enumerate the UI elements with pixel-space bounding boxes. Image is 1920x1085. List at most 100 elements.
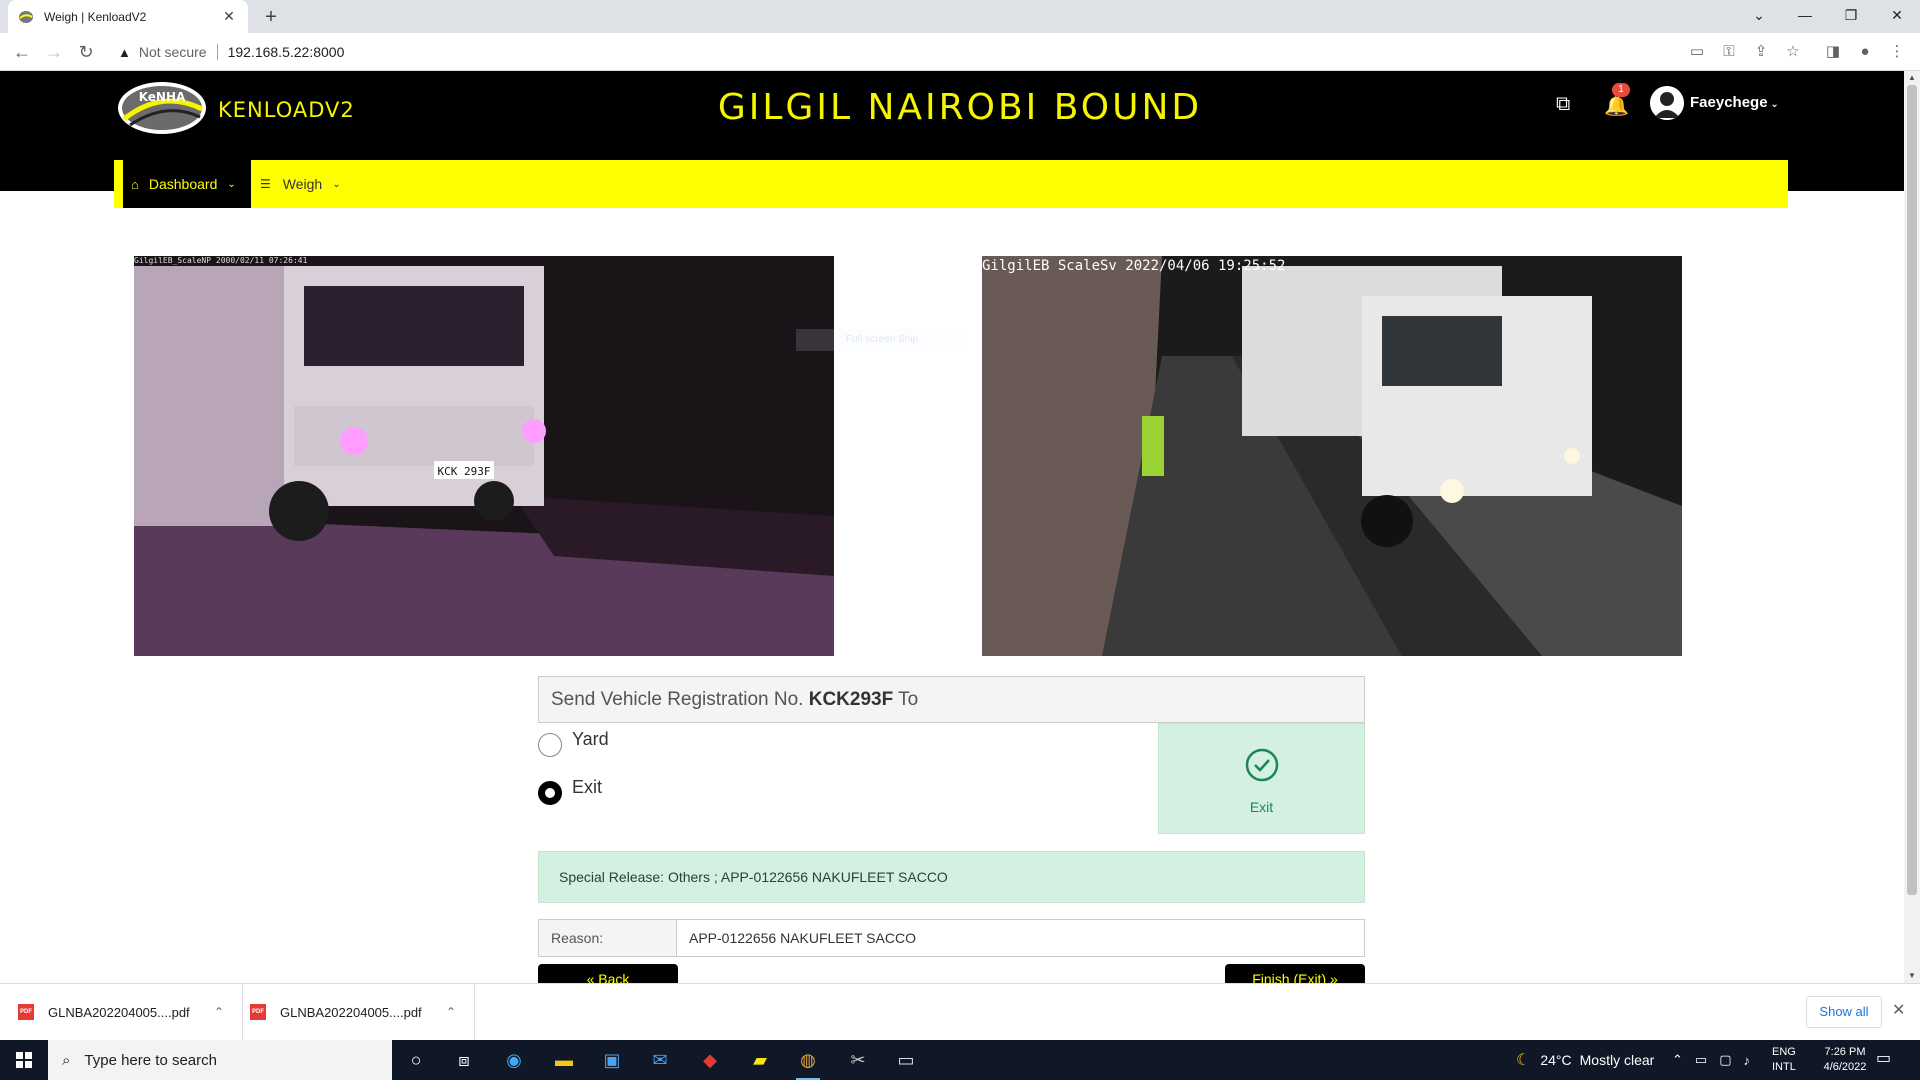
store-icon[interactable]: ▣ bbox=[592, 1044, 632, 1076]
radio-option-yard[interactable]: Yard bbox=[538, 729, 609, 757]
special-release-alert: Special Release: Others ; APP-0122656 NA… bbox=[538, 851, 1365, 903]
download-item[interactable]: PDF GLNBA202204005....pdf ⌃ bbox=[232, 984, 476, 1040]
chevron-down-icon: ⌄ bbox=[227, 178, 236, 190]
reason-input[interactable] bbox=[677, 920, 1364, 956]
clock-date: 4/6/2022 bbox=[1823, 1061, 1867, 1073]
task-view-icon[interactable]: ⧈ bbox=[444, 1044, 484, 1076]
forward-arrow-icon[interactable]: → bbox=[42, 40, 66, 64]
download-shelf: PDF GLNBA202204005....pdf ⌃ PDF GLNBA202… bbox=[0, 983, 1920, 1040]
nav-item-dashboard[interactable]: ⌂ Dashboard ⌄ bbox=[123, 160, 251, 208]
nav-item-weigh[interactable]: ☰ Weigh ⌄ bbox=[260, 160, 341, 208]
network-icon[interactable]: ▭ bbox=[1695, 1052, 1707, 1068]
send-suffix: To bbox=[893, 689, 919, 710]
destination-status-card: Exit bbox=[1158, 723, 1365, 834]
nav-dashboard-label: Dashboard bbox=[148, 176, 218, 192]
action-center-icon[interactable]: ▭ bbox=[1876, 1048, 1891, 1068]
sticky-notes-icon[interactable]: ▰ bbox=[740, 1044, 780, 1076]
edge-icon[interactable]: ◉ bbox=[494, 1044, 534, 1076]
exit-radio[interactable] bbox=[538, 781, 562, 805]
system-clock[interactable]: 7:26 PM 4/6/2022 bbox=[1810, 1045, 1880, 1075]
finish-exit-button[interactable]: Finish (Exit) » bbox=[1225, 964, 1365, 983]
front-camera-image: KCK 293F GilgilEB_ScaleNP 2000/02/11 07:… bbox=[134, 256, 834, 656]
browser-tab-bar: Weigh | KenloadV2 ✕ + ⌄ — ❐ ✕ bbox=[0, 0, 1920, 33]
restore-icon[interactable]: ❐ bbox=[1828, 0, 1874, 30]
profile-icon[interactable]: ● bbox=[1854, 41, 1876, 63]
scroll-down-icon[interactable]: ▼ bbox=[1904, 969, 1920, 983]
reload-icon[interactable]: ↻ bbox=[74, 40, 98, 64]
reason-input-group: Reason: bbox=[538, 919, 1365, 957]
user-menu[interactable]: Faeychege ⌄ bbox=[1690, 94, 1779, 111]
new-tab-button[interactable]: + bbox=[258, 4, 284, 30]
download-filename: GLNBA202204005....pdf bbox=[48, 1004, 190, 1020]
start-button[interactable] bbox=[0, 1040, 48, 1080]
chevron-down-icon: ⌄ bbox=[1767, 99, 1779, 110]
snip-overlay-hint: Full-screen Snip bbox=[796, 329, 968, 351]
search-icon: ⌕ bbox=[62, 1051, 71, 1069]
file-explorer-icon[interactable]: ▬ bbox=[544, 1044, 584, 1076]
chrome-icon[interactable]: ◍ bbox=[788, 1044, 828, 1080]
pdf-file-icon: PDF bbox=[250, 1004, 266, 1020]
kenha-logo: KeNHA bbox=[118, 82, 206, 134]
site-favicon-icon bbox=[19, 10, 33, 23]
main-nav: ⌂ Dashboard ⌄ ☰ Weigh ⌄ bbox=[114, 160, 1788, 208]
send-vehicle-heading: Send Vehicle Registration No. KCK293F To bbox=[538, 676, 1365, 723]
display-icon[interactable]: ▢ bbox=[1719, 1052, 1731, 1068]
share-icon[interactable]: ⇪ bbox=[1750, 41, 1772, 63]
front-camera-scene: KCK 293F bbox=[134, 256, 834, 656]
radio-option-exit[interactable]: Exit bbox=[538, 777, 602, 805]
page-scrollbar[interactable]: ▲ ▼ bbox=[1904, 71, 1920, 983]
minimize-icon[interactable]: — bbox=[1782, 0, 1828, 30]
user-avatar[interactable] bbox=[1650, 86, 1684, 120]
status-label: Exit bbox=[1249, 799, 1274, 815]
terminal-icon[interactable]: ▭ bbox=[886, 1044, 926, 1076]
windows-taskbar: ⌕ Type here to search ○ ⧈ ◉ ▬ ▣ ✉ ◆ ▰ ◍ … bbox=[0, 1040, 1920, 1080]
weather-widget[interactable]: ☾ 24°C Mostly clear bbox=[1516, 1040, 1654, 1080]
station-title: GILGIL NAIROBI BOUND bbox=[717, 87, 1203, 128]
download-filename: GLNBA202204005....pdf bbox=[280, 1004, 422, 1020]
lang-code: ENG bbox=[1772, 1046, 1796, 1058]
key-icon[interactable]: ⚿ bbox=[1718, 41, 1740, 63]
anydesk-icon[interactable]: ◆ bbox=[690, 1044, 730, 1076]
close-download-shelf-icon[interactable]: ✕ bbox=[1892, 1000, 1905, 1020]
svg-text:KCK 293F: KCK 293F bbox=[438, 465, 491, 478]
tray-expand-icon[interactable]: ⌃ bbox=[1672, 1052, 1683, 1068]
check-circle-icon bbox=[1245, 748, 1278, 782]
security-label[interactable]: Not secure bbox=[139, 44, 207, 60]
scroll-up-icon[interactable]: ▲ bbox=[1904, 71, 1920, 85]
back-arrow-icon[interactable]: ← bbox=[10, 40, 34, 64]
mail-icon[interactable]: ✉ bbox=[640, 1044, 680, 1076]
download-item[interactable]: PDF GLNBA202204005....pdf ⌃ bbox=[0, 984, 244, 1040]
menu-kebab-icon[interactable]: ⋮ bbox=[1886, 41, 1908, 63]
cast-icon[interactable]: ▭ bbox=[1686, 41, 1708, 63]
chevron-up-icon[interactable]: ⌃ bbox=[214, 1005, 224, 1019]
yard-radio[interactable] bbox=[538, 733, 562, 757]
input-language[interactable]: ENG INTL bbox=[1772, 1045, 1796, 1075]
svg-text:KeNHA: KeNHA bbox=[139, 90, 186, 104]
user-avatar-icon bbox=[1650, 86, 1684, 120]
notification-badge: 1 bbox=[1612, 83, 1630, 97]
cortana-icon[interactable]: ○ bbox=[396, 1044, 436, 1076]
show-all-downloads-button[interactable]: Show all bbox=[1806, 996, 1882, 1028]
scrollbar-thumb[interactable] bbox=[1907, 85, 1917, 895]
username: Faeychege bbox=[1690, 94, 1768, 111]
tab-search-icon[interactable]: ⌄ bbox=[1736, 0, 1782, 30]
window-close-icon[interactable]: ✕ bbox=[1874, 0, 1920, 30]
volume-icon[interactable]: ♪ bbox=[1744, 1053, 1751, 1068]
side-panel-icon[interactable]: ◨ bbox=[1822, 41, 1844, 63]
apps-grid-icon[interactable]: ⧉ bbox=[1556, 93, 1570, 116]
chevron-up-icon[interactable]: ⌃ bbox=[446, 1005, 456, 1019]
home-icon: ⌂ bbox=[131, 176, 139, 192]
browser-tab[interactable]: Weigh | KenloadV2 ✕ bbox=[8, 0, 248, 33]
reason-label: Reason: bbox=[539, 920, 677, 956]
snip-tool-icon[interactable]: ✂ bbox=[838, 1044, 878, 1076]
tab-title: Weigh | KenloadV2 bbox=[44, 9, 147, 24]
weather-condition: Mostly clear bbox=[1579, 1052, 1655, 1068]
taskbar-search[interactable]: ⌕ Type here to search bbox=[48, 1040, 392, 1080]
bookmark-star-icon[interactable]: ☆ bbox=[1782, 41, 1804, 63]
back-button[interactable]: « Back bbox=[538, 964, 678, 983]
close-tab-icon[interactable]: ✕ bbox=[220, 8, 238, 25]
temperature: 24°C bbox=[1540, 1052, 1572, 1068]
send-prefix: Send Vehicle Registration No. bbox=[551, 689, 809, 710]
address-bar[interactable]: ▲ Not secure 192.168.5.22:8000 bbox=[108, 38, 1688, 66]
url-text[interactable]: 192.168.5.22:8000 bbox=[228, 44, 345, 60]
